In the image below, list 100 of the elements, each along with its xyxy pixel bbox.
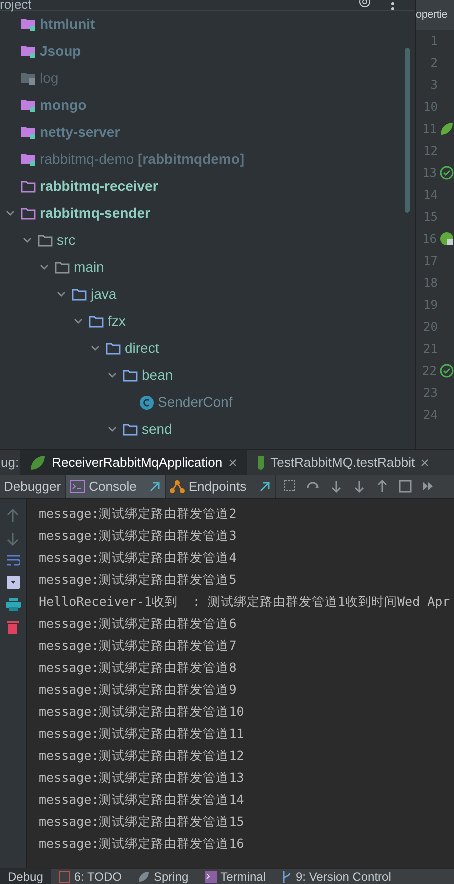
line-number: 11 — [422, 121, 437, 138]
console-line: message:测试绑定路由群发管道10 — [39, 703, 246, 721]
module-folder-icon — [21, 18, 36, 31]
line-number: 13 — [422, 165, 437, 182]
line-number: 16 — [422, 231, 437, 248]
class-icon — [140, 396, 154, 410]
module-folder-icon — [21, 126, 36, 139]
folder-icon — [123, 423, 138, 436]
tree-item[interactable]: rabbitmq-sender — [40, 203, 150, 224]
tree-item[interactable]: bean — [142, 365, 174, 386]
print-icon[interactable] — [6, 598, 20, 611]
line-number: 23 — [422, 385, 438, 402]
console-line: message:测试绑定路由群发管道3 — [39, 527, 238, 545]
module-folder-icon — [21, 99, 36, 112]
folder-icon — [72, 288, 87, 301]
tree-item[interactable]: send — [142, 419, 172, 440]
tool-tab[interactable]: Endpoints — [166, 475, 276, 498]
leaf-icon — [440, 122, 454, 136]
tree-item[interactable]: SenderConf — [158, 392, 233, 413]
terminal-icon — [204, 870, 217, 882]
test-tube-icon — [256, 454, 265, 470]
console-line: message:测试绑定路由群发管道7 — [39, 637, 238, 655]
up-arrow-icon[interactable] — [7, 509, 19, 523]
more-icon[interactable] — [391, 2, 395, 10]
module-folder-icon — [21, 45, 36, 58]
tool-window-button[interactable]: Spring — [130, 869, 197, 884]
line-number: 2 — [430, 55, 438, 72]
console-line: message:测试绑定路由群发管道12 — [39, 747, 246, 765]
console-line: message:测试绑定路由群发管道8 — [39, 659, 238, 677]
folder-icon — [106, 342, 121, 355]
down-arrow-icon[interactable] — [7, 532, 19, 546]
line-number: 24 — [422, 407, 438, 424]
leaf-run-icon — [440, 232, 454, 246]
session-tab[interactable]: TestRabbitMQ.testRabbit — [246, 450, 440, 475]
console-line: HelloReceiver-1收到 : 测试绑定路由群发管道1收到时间Wed Apr — [39, 593, 452, 611]
pin-arrow-icon[interactable] — [148, 480, 161, 492]
tool-window-button[interactable]: 9: Version Control — [274, 869, 400, 884]
line-number: 18 — [422, 275, 438, 292]
folder-icon — [38, 234, 53, 247]
tree-item[interactable]: rabbitmq-receiver — [40, 176, 158, 197]
line-number: 22 — [422, 363, 437, 380]
close-icon[interactable] — [228, 458, 237, 466]
line-number: 20 — [422, 319, 438, 336]
step-out-icon[interactable] — [376, 480, 389, 493]
tree-item[interactable]: src — [57, 230, 76, 251]
folder-icon — [21, 180, 36, 193]
console-line: message:测试绑定路由群发管道11 — [39, 725, 246, 743]
console-line: message:测试绑定路由群发管道6 — [39, 615, 238, 633]
force-step-icon[interactable] — [352, 480, 366, 493]
line-number: 10 — [422, 99, 438, 116]
todo-icon — [59, 870, 70, 882]
console-line: message:测试绑定路由群发管道5 — [39, 571, 238, 589]
console-line: message:测试绑定路由群发管道4 — [39, 549, 238, 567]
close-icon[interactable] — [421, 458, 430, 466]
line-number: 17 — [422, 253, 438, 270]
layout-icon[interactable] — [284, 480, 297, 493]
debug-label: ug: — [0, 454, 20, 472]
folder-icon — [55, 261, 70, 274]
line-number: 19 — [422, 297, 438, 314]
console-line: message:测试绑定路由群发管道16 — [39, 835, 246, 853]
module-folder-icon — [21, 153, 36, 166]
console-icon — [70, 480, 86, 493]
tree-item[interactable]: fzx — [108, 311, 126, 332]
tree-item[interactable]: java — [91, 284, 117, 305]
tool-window-button[interactable]: Terminal — [196, 869, 274, 884]
target-icon[interactable] — [359, 0, 371, 10]
line-number: 12 — [422, 143, 438, 160]
folder-icon — [21, 207, 36, 220]
resume-icon[interactable] — [422, 480, 435, 493]
endpoints-icon — [170, 480, 185, 494]
soft-wrap-icon[interactable] — [6, 555, 20, 567]
tree-item[interactable]: main — [74, 257, 104, 278]
tool-window-button[interactable]: Debug — [0, 869, 52, 884]
scroll-to-end-icon[interactable] — [6, 576, 20, 589]
excluded-folder-icon — [21, 72, 36, 85]
line-number: 21 — [422, 341, 438, 358]
line-number: 3 — [430, 77, 438, 94]
leaf-icon — [30, 454, 46, 470]
line-number: 1 — [430, 33, 438, 50]
console-line: message:测试绑定路由群发管道14 — [39, 791, 246, 809]
line-number: 14 — [422, 187, 438, 204]
trash-icon[interactable] — [7, 620, 19, 634]
pin-arrow-icon[interactable] — [258, 480, 271, 492]
leaf-icon — [138, 870, 150, 882]
frame-icon[interactable] — [398, 480, 412, 493]
session-tab[interactable]: ReceiverRabbitMqApplication — [20, 450, 247, 475]
console-line: message:测试绑定路由群发管道15 — [39, 813, 246, 831]
step-into-icon[interactable] — [330, 480, 343, 493]
folder-icon — [89, 315, 104, 328]
console-line: message:测试绑定路由群发管道9 — [39, 681, 238, 699]
folder-icon — [123, 369, 138, 382]
console-line: message:测试绑定路由群发管道2 — [39, 505, 238, 523]
check-icon — [440, 364, 454, 378]
branch-icon — [282, 870, 292, 882]
line-number: 15 — [422, 209, 438, 226]
tool-window-button[interactable]: 6: TODO — [51, 869, 130, 884]
console-line: message:测试绑定路由群发管道13 — [39, 769, 246, 787]
tree-item[interactable]: direct — [125, 338, 160, 359]
check-icon — [440, 166, 454, 180]
tool-tab[interactable]: Console — [66, 475, 166, 498]
